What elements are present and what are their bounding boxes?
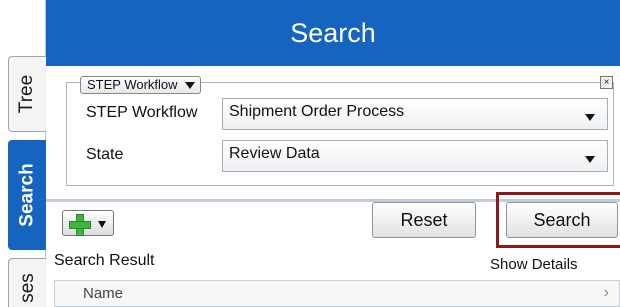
dropdown-arrow-icon [585, 114, 595, 121]
search-criteria: STEP Workflow × STEP Workflow Shipment O… [46, 66, 620, 200]
results-column-header[interactable]: Name › [54, 280, 620, 307]
plus-icon [69, 214, 91, 236]
tab-tree-label: Tree [16, 74, 38, 114]
search-panel: Search STEP Workflow × STEP Workflow Shi… [46, 0, 620, 307]
dropdown-arrow-icon [585, 156, 595, 163]
tab-tree[interactable]: Tree [8, 56, 46, 132]
vertical-tab-strip: Tree Search ses [0, 0, 46, 307]
criteria-type-value: STEP Workflow [87, 77, 178, 92]
dropdown-arrow-icon [98, 221, 106, 228]
state-value: Review Data [229, 145, 320, 162]
state-label: State [86, 146, 124, 163]
tab-search-label: Search [16, 163, 38, 227]
workflow-value: Shipment Order Process [229, 103, 405, 120]
tab-ses[interactable]: ses [8, 258, 46, 307]
reset-button[interactable]: Reset [372, 202, 476, 238]
workflow-select[interactable]: Shipment Order Process [222, 98, 608, 130]
tab-search[interactable]: Search [8, 140, 46, 250]
search-button[interactable]: Search [506, 202, 618, 238]
state-select[interactable]: Review Data [222, 140, 608, 172]
add-criteria-button[interactable] [62, 210, 114, 236]
close-icon[interactable]: × [600, 76, 613, 89]
tab-ses-label: ses [16, 273, 38, 303]
chevron-right-icon[interactable]: › [604, 284, 609, 302]
column-name-label: Name [83, 285, 124, 302]
show-details-link[interactable]: Show Details [490, 256, 578, 273]
dropdown-arrow-icon [184, 82, 195, 89]
search-result-title: Search Result [54, 252, 155, 269]
workflow-label: STEP Workflow [86, 104, 198, 121]
app-window: Tree Search ses Search STEP Workflow × S… [0, 0, 620, 307]
panel-title: Search [46, 0, 620, 66]
criteria-type-select[interactable]: STEP Workflow [80, 76, 201, 94]
